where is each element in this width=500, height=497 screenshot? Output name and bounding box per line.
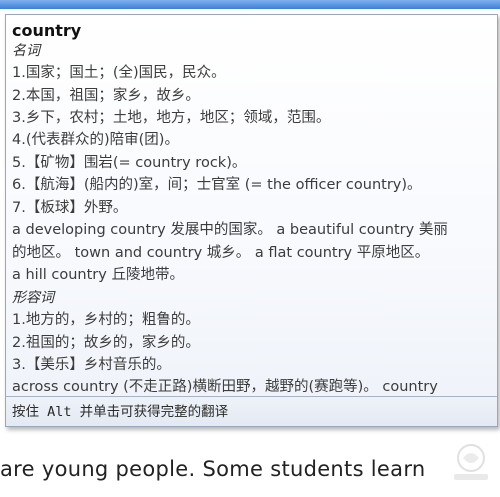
noun-sense: 7.【板球】外野。 [12, 200, 128, 216]
example-line: a hill country 丘陵地带。 [12, 267, 184, 283]
window-title-bar [0, 0, 500, 9]
popup-footer: 按住 Alt 并单击可获得完整的翻译 [6, 396, 497, 426]
part-of-speech-noun: 名词 [12, 43, 40, 59]
noun-sense: 1.国家；国土；(全)国民，民众。 [12, 65, 226, 81]
example-line: across country (不走正路)横断田野，越野的(赛跑等)。 coun… [12, 379, 438, 395]
noun-sense: 2.本国，祖国；家乡，故乡。 [12, 88, 200, 104]
adjective-sense: 3.【美乐】乡村音乐的。 [12, 357, 171, 373]
headword: country [12, 21, 82, 40]
popup-content: country 名词 1.国家；国土；(全)国民，民众。 2.本国，祖国；家乡，… [6, 15, 497, 396]
noun-sense: 4.(代表群众的)陪审(团)。 [12, 132, 179, 148]
adjective-sense: 1.地方的，乡村的；粗鲁的。 [12, 312, 200, 328]
noun-sense: 3.乡下，农村；土地，地方，地区；领域，范围。 [12, 110, 331, 126]
noun-sense: 6.【航海】(船内的)室，间；士官室 (= the officer countr… [12, 177, 422, 193]
adjective-sense: 2.祖国的；故乡的，家乡的。 [12, 335, 200, 351]
example-line: 的地区。 town and country 城乡。 a flat country… [12, 245, 430, 261]
watermark-logo-icon [454, 444, 488, 480]
document-text-line: are young people. Some students learn [0, 457, 426, 481]
noun-sense: 5.【矿物】围岩(= country rock)。 [12, 155, 247, 171]
example-line: a developing country 发展中的国家。 a beautiful… [12, 222, 448, 238]
footer-hint: 按住 Alt 并单击可获得完整的翻译 [12, 404, 229, 420]
part-of-speech-adjective: 形容词 [12, 290, 54, 306]
translation-popup[interactable]: country 名词 1.国家；国土；(全)国民，民众。 2.本国，祖国；家乡，… [5, 14, 498, 427]
